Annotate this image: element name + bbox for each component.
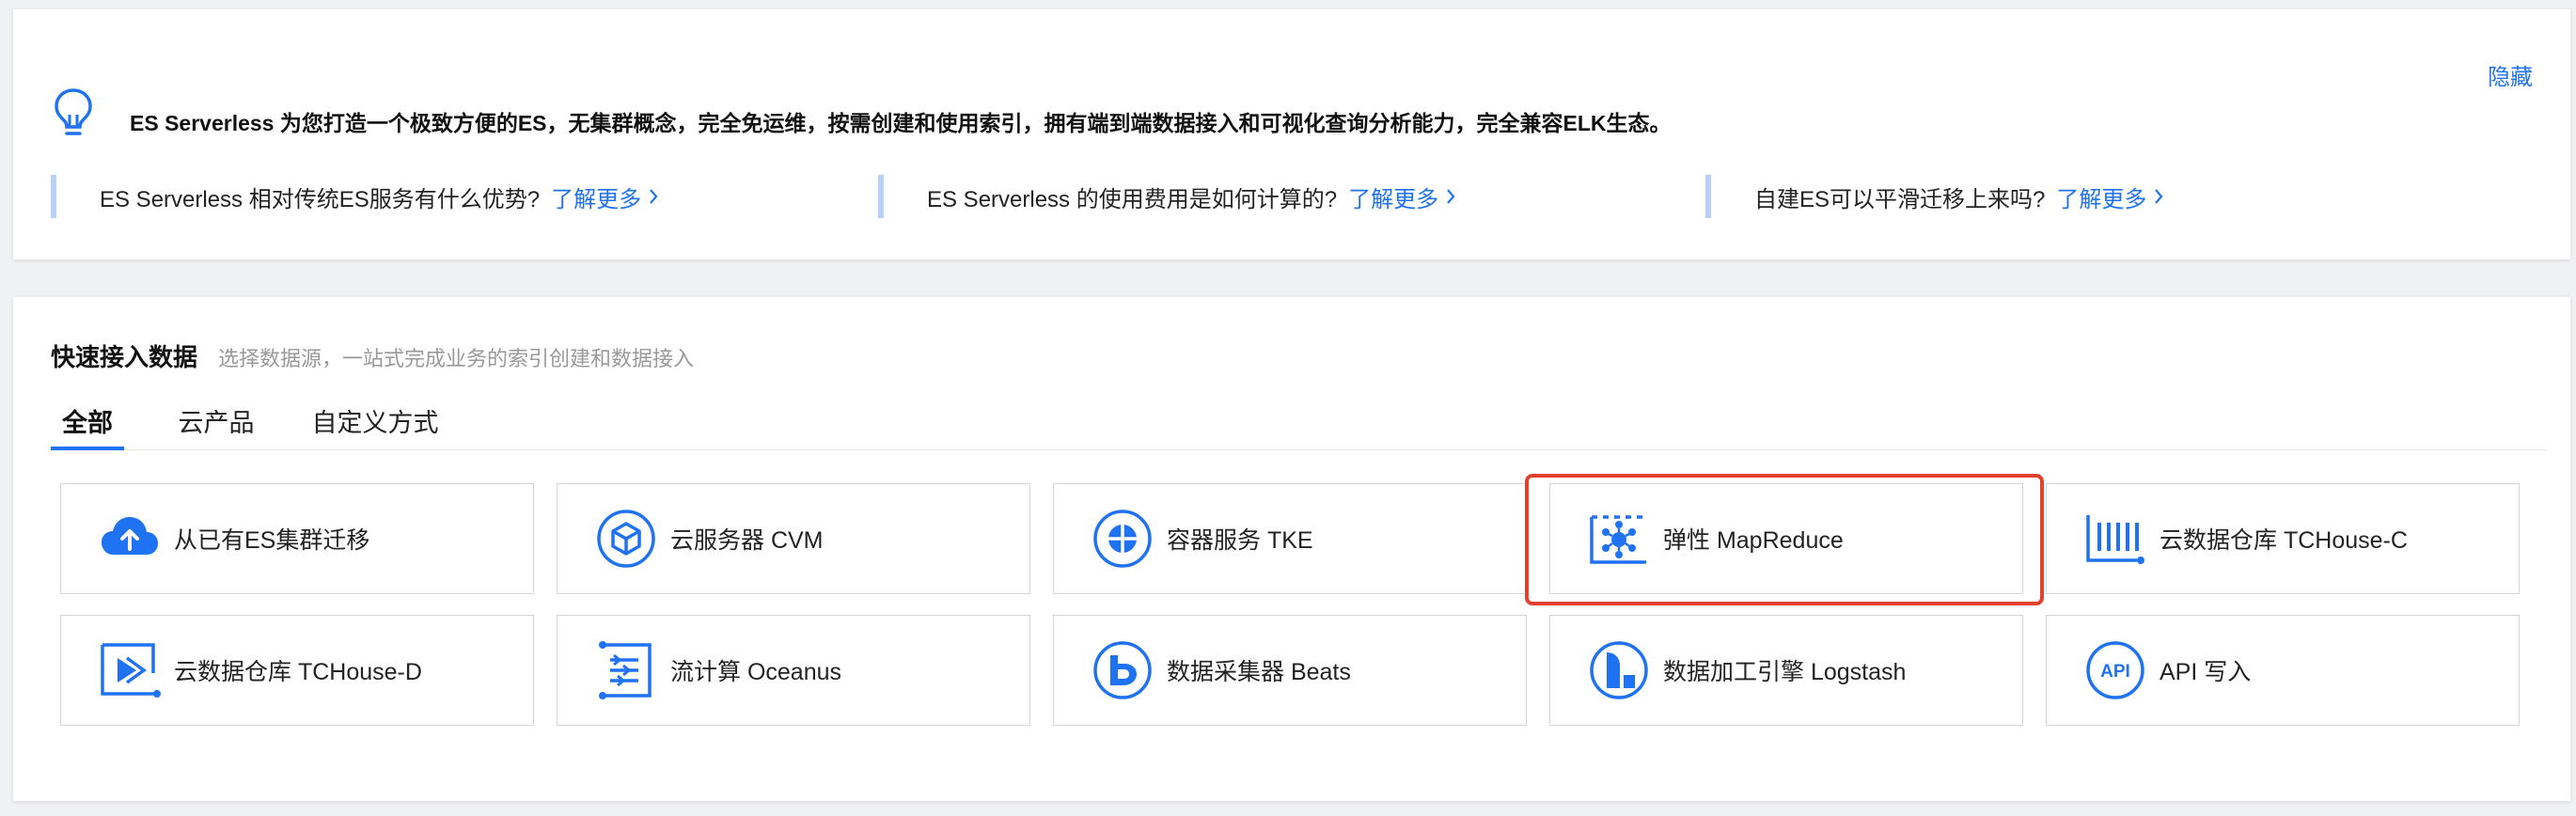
emr-network-icon: [1590, 515, 1646, 564]
source-label: 云数据仓库 TCHouse-D: [174, 659, 422, 685]
tab-custom-method[interactable]: 自定义方式: [305, 402, 446, 449]
faq-item: ES Serverless 相对传统ES服务有什么优势? 了解更多: [51, 175, 658, 218]
source-tile-oceanus[interactable]: 流计算 Oceanus: [557, 615, 1030, 726]
intro-text: ES Serverless 为您打造一个极致方便的ES，无集群概念，完全免运维，…: [130, 111, 1672, 135]
learn-more-link[interactable]: 了解更多: [1348, 180, 1455, 213]
source-label: 数据采集器 Beats: [1167, 659, 1351, 685]
faq-question: ES Serverless 相对传统ES服务有什么优势?: [100, 186, 541, 212]
cloud-upload-icon: [102, 517, 158, 555]
logstash-icon: [1590, 641, 1648, 699]
source-tile-tchouse-d[interactable]: 云数据仓库 TCHouse-D: [60, 615, 534, 726]
source-tile-api[interactable]: API API 写入: [2046, 615, 2520, 726]
tab-cloud-products[interactable]: 云产品: [171, 402, 261, 449]
faq-accent-bar: [878, 175, 884, 218]
beats-icon: [1093, 641, 1152, 699]
source-label: 流计算 Oceanus: [670, 659, 842, 685]
chevron-right-icon: [1447, 189, 1455, 204]
source-label: 弹性 MapReduce: [1663, 527, 1844, 554]
learn-more-link[interactable]: 了解更多: [551, 180, 658, 213]
api-icon: API: [2086, 641, 2144, 699]
learn-more-label: 了解更多: [551, 186, 642, 212]
faq-accent-bar: [51, 175, 56, 218]
faq-question: 自建ES可以平滑迁移上来吗?: [1754, 186, 2046, 212]
faq-question: ES Serverless 的使用费用是如何计算的?: [927, 186, 1338, 212]
source-label: 从已有ES集群迁移: [174, 527, 370, 554]
tab-all[interactable]: 全部: [51, 402, 124, 450]
source-tile-tke[interactable]: 容器服务 TKE: [1053, 483, 1527, 594]
source-tile-tchouse-c[interactable]: 云数据仓库 TCHouse-C: [2046, 483, 2520, 594]
chevron-right-icon: [2155, 189, 2163, 204]
intro-panel: ES Serverless 为您打造一个极致方便的ES，无集群概念，完全免运维，…: [13, 9, 2570, 259]
source-tile-beats[interactable]: 数据采集器 Beats: [1053, 615, 1527, 726]
tchouse-c-icon: [2086, 515, 2144, 564]
section-title: 快速接入数据: [51, 343, 198, 371]
source-label: 云服务器 CVM: [670, 527, 824, 554]
hide-link[interactable]: 隐藏: [2488, 58, 2533, 91]
faq-item: 自建ES可以平滑迁移上来吗? 了解更多: [1705, 175, 2163, 218]
source-tile-es-migration[interactable]: 从已有ES集群迁移: [60, 483, 534, 594]
source-tile-cvm[interactable]: 云服务器 CVM: [557, 483, 1030, 594]
source-tabs: 全部 云产品 自定义方式: [51, 402, 2546, 450]
source-tile-emr[interactable]: 弹性 MapReduce: [1549, 483, 2023, 594]
tchouse-d-icon: [101, 643, 161, 698]
learn-more-label: 了解更多: [1348, 186, 1439, 212]
source-label: API 写入: [2160, 659, 2252, 685]
lightbulb-icon: [55, 88, 92, 135]
svg-text:API: API: [2100, 662, 2130, 682]
cvm-cube-icon: [597, 510, 655, 568]
faq-item: ES Serverless 的使用费用是如何计算的? 了解更多: [878, 175, 1455, 218]
learn-more-link[interactable]: 了解更多: [2056, 180, 2163, 213]
source-label: 容器服务 TKE: [1167, 527, 1313, 554]
chevron-right-icon: [650, 189, 658, 204]
learn-more-label: 了解更多: [2056, 186, 2147, 212]
source-label: 云数据仓库 TCHouse-C: [2160, 527, 2408, 554]
faq-accent-bar: [1705, 175, 1711, 218]
source-tile-logstash[interactable]: 数据加工引擎 Logstash: [1549, 615, 2023, 726]
section-description: 选择数据源，一站式完成业务的索引创建和数据接入: [218, 347, 695, 370]
source-label: 数据加工引擎 Logstash: [1663, 659, 1907, 685]
oceanus-stream-icon: [599, 641, 652, 699]
tke-container-icon: [1093, 510, 1152, 568]
